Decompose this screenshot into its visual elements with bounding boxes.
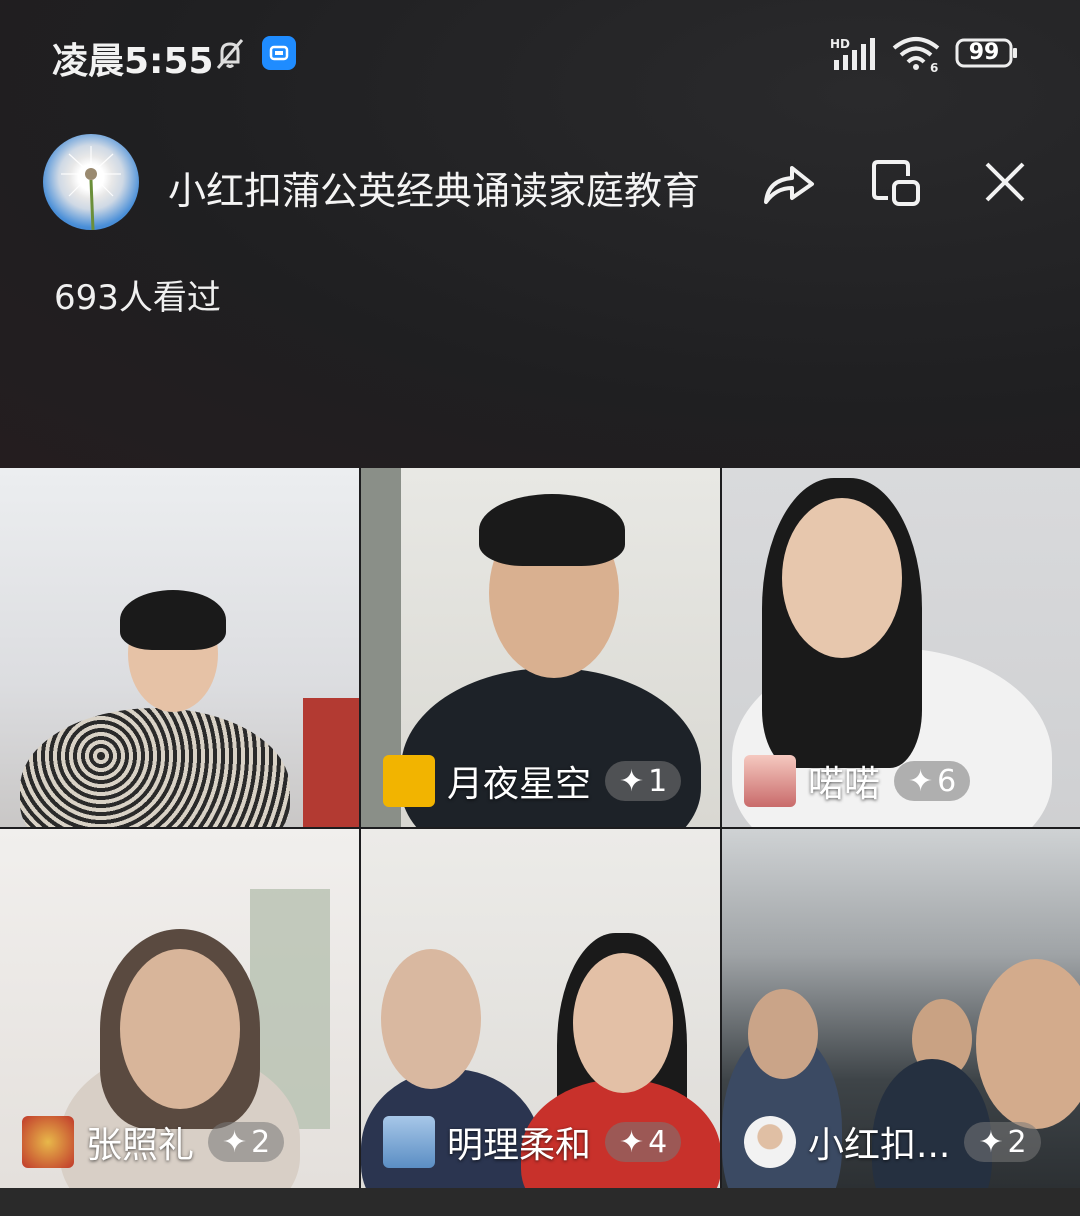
- close-icon[interactable]: [975, 152, 1035, 212]
- participant-label: 小红扣... ✦ 2: [744, 1114, 1041, 1170]
- picture-in-picture-icon[interactable]: [866, 152, 926, 212]
- gift-count: 2: [1007, 1124, 1027, 1160]
- svg-text:6: 6: [930, 61, 938, 72]
- gift-badge: ✦ 4: [605, 1122, 682, 1162]
- participant-label: 明理柔和 ✦ 4: [383, 1114, 682, 1170]
- wifi-icon: 6: [892, 37, 940, 72]
- gift-badge: ✦ 2: [208, 1122, 285, 1162]
- participant-label: 张照礼 ✦ 2: [22, 1114, 285, 1170]
- person-head: [120, 949, 240, 1109]
- person-hair: [120, 590, 226, 650]
- video-tile-1[interactable]: [0, 468, 359, 827]
- gift-count: 6: [937, 763, 957, 799]
- gift-badge: ✦ 1: [605, 761, 682, 801]
- sparkle-icon: ✦: [222, 1124, 248, 1160]
- status-time: 凌晨5:55: [52, 41, 214, 82]
- participant-name: 小红扣...: [808, 1125, 951, 1166]
- share-icon[interactable]: [758, 152, 818, 212]
- participant-name: 月夜星空: [447, 764, 592, 805]
- participant-label: 喏喏 ✦ 6: [744, 753, 971, 809]
- video-tile-2[interactable]: 月夜星空 ✦ 1: [361, 468, 720, 827]
- person-head: [782, 498, 902, 658]
- signal-icon: HD: [830, 37, 875, 70]
- video-tile-4[interactable]: 张照礼 ✦ 2: [0, 829, 359, 1188]
- participant-avatar: [383, 755, 435, 807]
- video-tile-5[interactable]: 明理柔和 ✦ 4: [361, 829, 720, 1188]
- room-title: 小红扣蒲公英经典诵读家庭教育: [168, 169, 701, 213]
- bell-muted-icon: [216, 39, 244, 69]
- battery-level: 99: [968, 40, 1000, 65]
- person-hair: [479, 494, 625, 566]
- room-avatar[interactable]: [43, 134, 139, 230]
- participant-avatar: [22, 1116, 74, 1168]
- sparkle-icon: ✦: [978, 1124, 1004, 1160]
- network-type-label: HD: [830, 37, 850, 51]
- participant-label: 月夜星空 ✦ 1: [383, 753, 682, 809]
- gift-count: 2: [251, 1124, 271, 1160]
- viewer-count: 693人看过: [54, 278, 221, 318]
- participant-avatar: [744, 1116, 796, 1168]
- app-notification-icon: [262, 36, 296, 70]
- person-head: [748, 989, 818, 1079]
- person-head: [573, 953, 673, 1093]
- bottom-bar: [0, 1188, 1080, 1216]
- video-tile-6[interactable]: 小红扣... ✦ 2: [722, 829, 1080, 1188]
- sparkle-icon: ✦: [908, 763, 934, 799]
- person-head: [381, 949, 481, 1089]
- participant-name: 明理柔和: [447, 1125, 592, 1166]
- status-bar: 凌晨5:55 HD 6 99: [0, 0, 1080, 110]
- wall-decor: [303, 698, 359, 827]
- video-grid: 月夜星空 ✦ 1 喏喏 ✦ 6 张照礼 ✦ 2 明理柔和 ✦ 4 小红扣... …: [0, 468, 1080, 1188]
- sparkle-icon: ✦: [619, 1124, 645, 1160]
- sparkle-icon: ✦: [619, 763, 645, 799]
- participant-name: 张照礼: [86, 1125, 195, 1166]
- participant-avatar: [383, 1116, 435, 1168]
- participant-avatar: [744, 755, 796, 807]
- gift-badge: ✦ 6: [894, 761, 971, 801]
- gift-count: 1: [648, 763, 668, 799]
- video-tile-3[interactable]: 喏喏 ✦ 6: [722, 468, 1080, 827]
- participant-name: 喏喏: [808, 764, 881, 805]
- gift-count: 4: [648, 1124, 668, 1160]
- gift-badge: ✦ 2: [964, 1122, 1041, 1162]
